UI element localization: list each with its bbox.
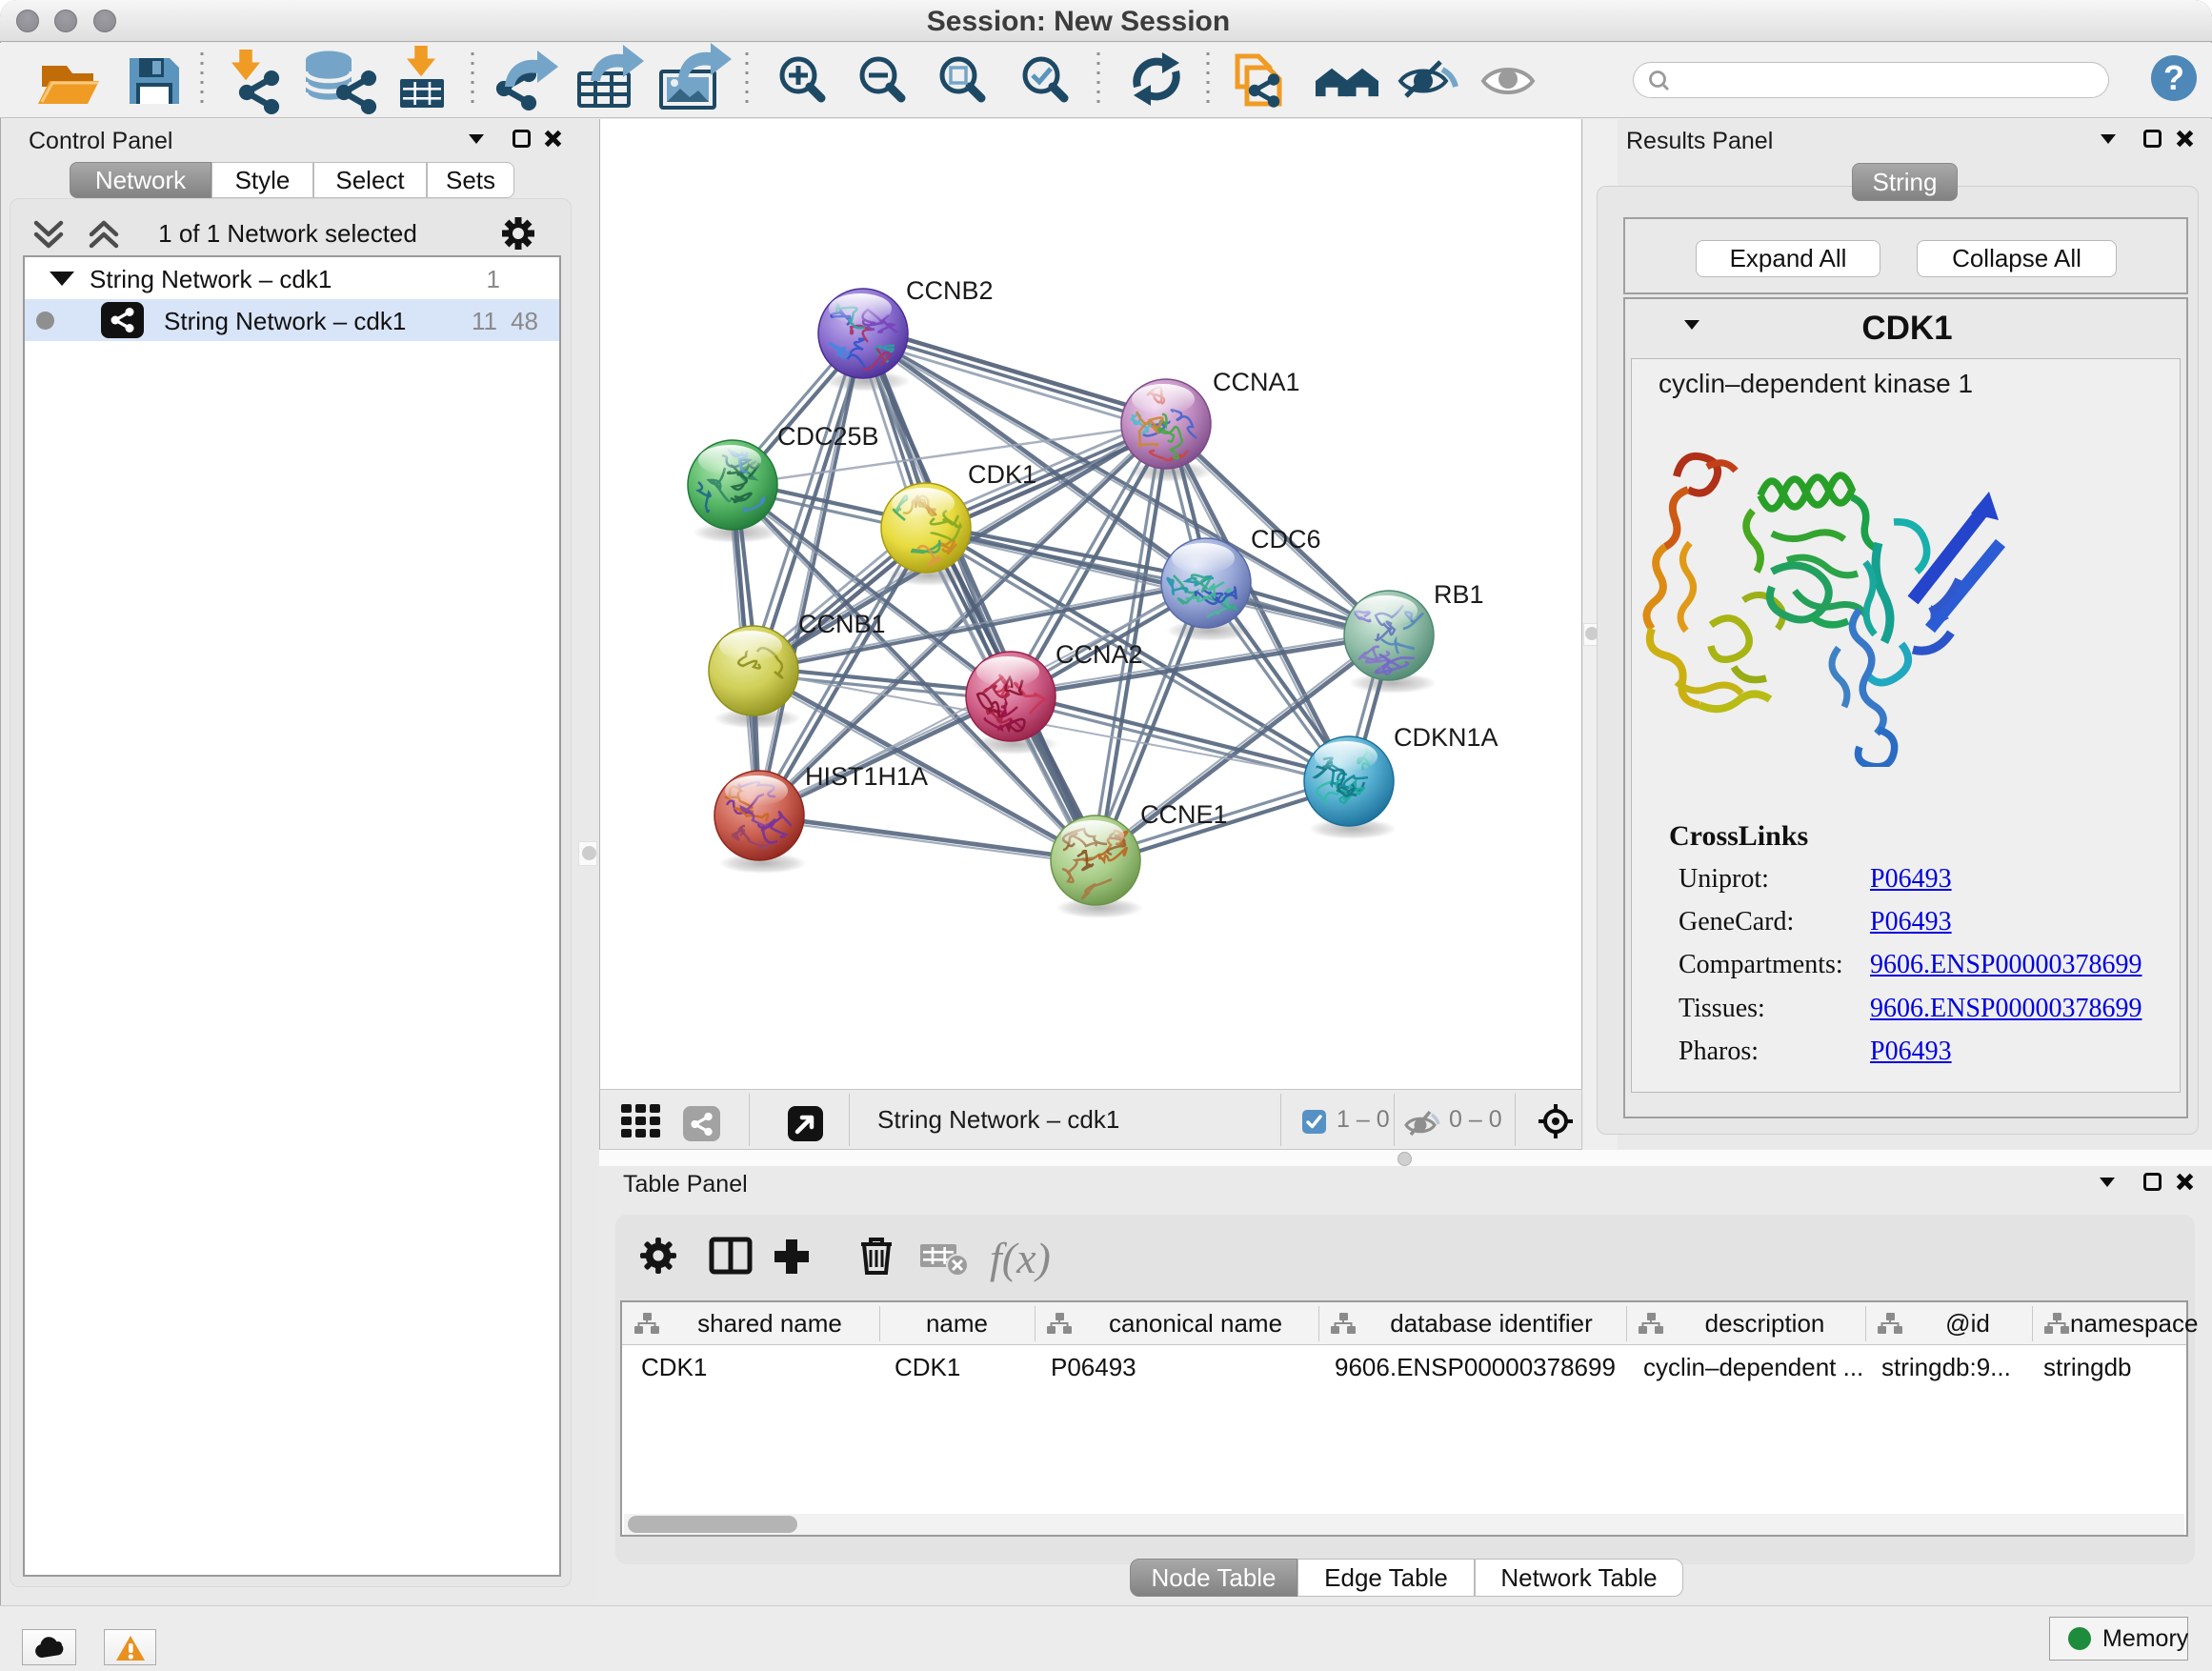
svg-text:CCNE1: CCNE1: [1140, 800, 1228, 829]
svg-text:CDKN1A: CDKN1A: [1394, 723, 1498, 752]
svg-text:?: ?: [2163, 58, 2184, 97]
svg-text:HIST1H1A: HIST1H1A: [805, 762, 928, 791]
svg-text:CDK1: CDK1: [968, 460, 1036, 489]
svg-text:CCNB1: CCNB1: [798, 610, 886, 638]
svg-text:CDC6: CDC6: [1251, 525, 1321, 554]
svg-text:CCNA2: CCNA2: [1056, 640, 1143, 669]
svg-text:RB1: RB1: [1434, 580, 1484, 609]
svg-text:CCNB2: CCNB2: [906, 276, 994, 305]
svg-text:CCNA1: CCNA1: [1213, 368, 1300, 396]
svg-text:f(x): f(x): [990, 1234, 1051, 1282]
svg-text:CDC25B: CDC25B: [777, 422, 879, 451]
